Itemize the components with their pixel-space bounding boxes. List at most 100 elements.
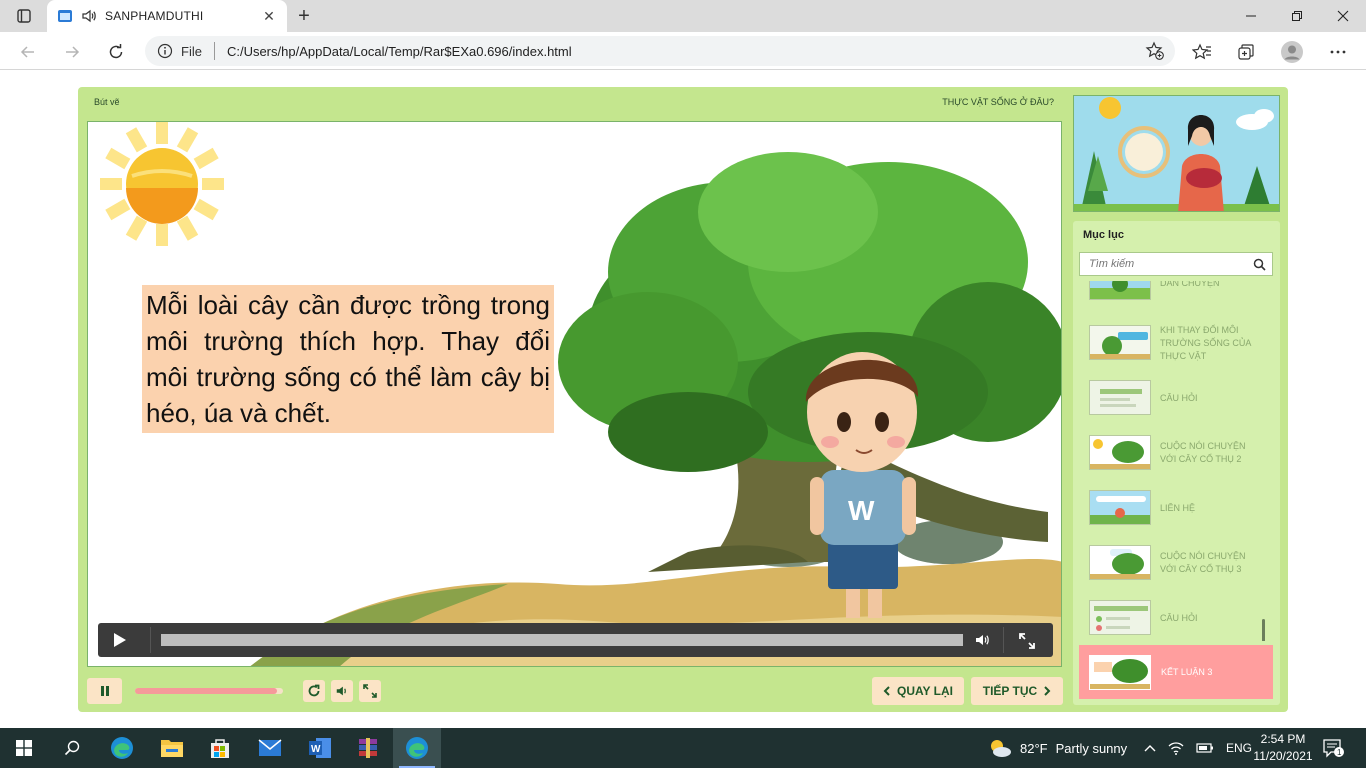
taskbar-edge-active[interactable]: [393, 728, 441, 768]
toc-item[interactable]: DẪN CHUYỆN: [1089, 281, 1265, 303]
audio-playing-icon[interactable]: [81, 8, 97, 24]
info-icon[interactable]: [157, 43, 173, 59]
volume-icon: [976, 635, 989, 645]
pen-tool-label[interactable]: Bút vẽ: [94, 97, 120, 107]
presenter-image: [1074, 96, 1279, 211]
settings-menu-button[interactable]: [1324, 38, 1352, 66]
video-volume-button[interactable]: [974, 632, 990, 653]
slide-progress-fill: [135, 688, 278, 694]
taskbar-edge[interactable]: [98, 728, 146, 768]
toc-item-label: CUỘC NÓI CHUYỆN VỚI CÂY CỔ THỤ 2: [1160, 441, 1246, 464]
forward-button[interactable]: [58, 38, 86, 66]
taskbar-store[interactable]: [196, 728, 244, 768]
play-icon: [114, 633, 126, 647]
tab-actions-icon: [17, 9, 31, 23]
search-icon[interactable]: [1253, 258, 1266, 271]
add-favorite-button[interactable]: [1145, 41, 1165, 66]
toc-item-thumbnail: [1089, 281, 1151, 300]
toc-item-label: LIÊN HỆ: [1160, 502, 1196, 513]
volume-icon: [336, 686, 346, 696]
next-button[interactable]: TIẾP TỤC: [971, 677, 1063, 705]
prev-button[interactable]: QUAY LẠI: [872, 677, 964, 705]
toc-item-thumbnail: [1089, 435, 1151, 470]
start-button[interactable]: [0, 728, 48, 768]
presentation-player: Bút vẽ THỰC VẬT SỐNG Ở ĐÂU? W Mỗi loài c…: [78, 87, 1288, 712]
system-tray: ENG: [1144, 728, 1252, 768]
toc-search[interactable]: [1079, 252, 1273, 276]
browser-tab-bar: SANPHAMDUTHI ✕ +: [0, 0, 1366, 32]
url-text[interactable]: C:/Users/hp/AppData/Local/Temp/Rar$EXa0.…: [227, 44, 572, 59]
tab-close-icon[interactable]: ✕: [261, 8, 277, 25]
toc-item-thumbnail: [1089, 380, 1151, 415]
refresh-button[interactable]: [102, 38, 130, 66]
taskbar-winrar[interactable]: [344, 728, 392, 768]
plus-icon: +: [298, 4, 310, 27]
favorites-button[interactable]: [1188, 38, 1216, 66]
taskbar-word[interactable]: W: [296, 728, 344, 768]
battery-icon[interactable]: [1196, 742, 1214, 754]
url-box[interactable]: File C:/Users/hp/AppData/Local/Temp/Rar$…: [145, 36, 1175, 66]
search-button[interactable]: [48, 728, 96, 768]
minimize-button[interactable]: [1228, 0, 1274, 32]
chevron-right-icon: [1044, 686, 1051, 696]
edge-icon: [406, 737, 428, 759]
edge-icon: [111, 737, 133, 759]
fullscreen-button[interactable]: [359, 680, 381, 702]
replay-button[interactable]: [303, 680, 325, 702]
toc-item-thumbnail: [1089, 600, 1151, 635]
toc-item-thumbnail: [1089, 490, 1151, 525]
wifi-icon[interactable]: [1168, 741, 1184, 755]
new-tab-button[interactable]: +: [292, 4, 316, 28]
store-icon: [211, 739, 229, 758]
folder-icon: [161, 740, 183, 757]
toc-scrollbar[interactable]: [1262, 619, 1265, 641]
winrar-icon: [359, 738, 377, 758]
slide-caption: Mỗi loài cây cần được trồng trong môi tr…: [142, 285, 554, 433]
notification-icon: 1: [1323, 739, 1344, 758]
taskbar-mail[interactable]: [246, 728, 294, 768]
video-play-button[interactable]: [110, 631, 128, 649]
toc-item[interactable]: CUỘC NÓI CHUYỆN VỚI CÂY CỔ THỤ 2: [1089, 433, 1265, 473]
toc-title: Mục lục: [1083, 229, 1124, 241]
collections-button[interactable]: [1232, 38, 1260, 66]
toc-item-label: CÂU HỎI: [1160, 392, 1198, 403]
minimize-icon: [1246, 15, 1256, 17]
pause-button[interactable]: [87, 678, 122, 704]
video-fullscreen-button[interactable]: [1018, 632, 1036, 655]
chevron-up-icon[interactable]: [1144, 744, 1156, 752]
notification-center-button[interactable]: 1: [1322, 728, 1344, 768]
language-indicator[interactable]: ENG: [1226, 741, 1252, 755]
slide-progress-bar[interactable]: [135, 688, 283, 694]
back-button[interactable]: [14, 38, 42, 66]
toc-item-thumbnail: [1089, 545, 1151, 580]
restore-icon: [1292, 11, 1302, 21]
toc-item[interactable]: KHI THAY ĐỔI MÔI TRƯỜNG SỐNG CỦA THỰC VẬ…: [1089, 323, 1265, 363]
restore-button[interactable]: [1274, 0, 1320, 32]
toc-item[interactable]: CÂU HỎI: [1089, 598, 1265, 638]
tab-actions-button[interactable]: [8, 4, 40, 28]
notification-badge: 1: [1337, 748, 1342, 757]
toc-item-label: DẪN CHUYỆN: [1160, 281, 1220, 288]
toc-item-active[interactable]: KẾT LUẬN 3: [1079, 645, 1273, 699]
browser-tab[interactable]: SANPHAMDUTHI ✕: [47, 0, 287, 32]
toc-item[interactable]: CUỘC NÓI CHUYỆN VỚI CÂY CỔ THỤ 3: [1089, 543, 1265, 583]
toc-item[interactable]: LIÊN HỆ: [1089, 488, 1265, 528]
close-window-button[interactable]: [1320, 0, 1366, 32]
url-separator: [213, 42, 215, 60]
divider: [1003, 627, 1004, 653]
toc-item-label: KHI THAY ĐỔI MÔI TRƯỜNG SỐNG CỦA THỰC VẬ…: [1160, 324, 1251, 361]
weather-widget[interactable]: 82°F Partly sunny: [988, 728, 1127, 768]
search-icon: [64, 740, 80, 756]
page-favicon-icon: [58, 10, 72, 22]
expand-icon: [363, 684, 377, 698]
volume-button[interactable]: [331, 680, 353, 702]
search-input[interactable]: [1089, 258, 1249, 270]
clock[interactable]: 2:54 PM 11/20/2021: [1252, 731, 1314, 765]
arrow-right-icon: [66, 46, 80, 58]
profile-button[interactable]: [1278, 38, 1306, 66]
video-seek-bar[interactable]: [161, 634, 963, 646]
svg-text:W: W: [311, 744, 321, 755]
taskbar-file-explorer[interactable]: [148, 728, 196, 768]
toc-item[interactable]: CÂU HỎI: [1089, 378, 1265, 418]
clock-time: 2:54 PM: [1260, 732, 1306, 746]
